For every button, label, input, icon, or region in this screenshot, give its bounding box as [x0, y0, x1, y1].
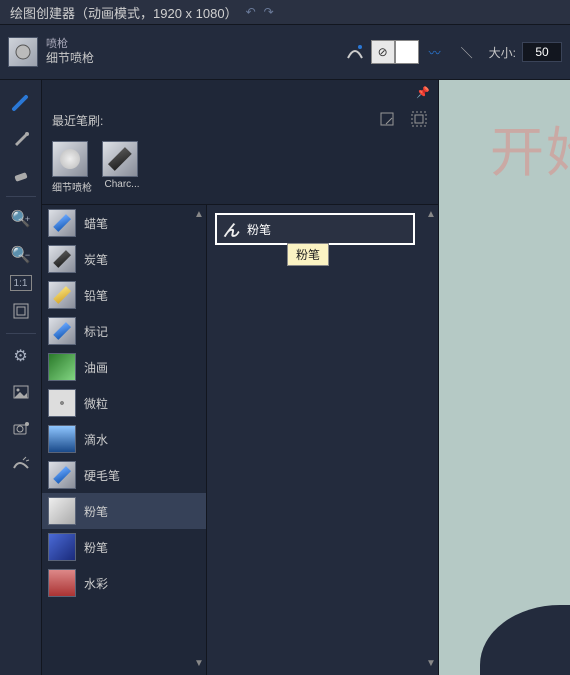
brush-tool-icon[interactable] — [5, 86, 37, 118]
brush-grid-icon[interactable] — [410, 110, 428, 131]
pin-icon[interactable]: 📌 — [416, 86, 430, 99]
size-input[interactable] — [522, 42, 562, 62]
brush-thumb-icon — [48, 317, 76, 345]
brush-category-item[interactable]: 水彩 — [42, 565, 206, 601]
undo-icon[interactable]: ↶ — [246, 5, 256, 19]
effects-icon[interactable] — [5, 448, 37, 480]
brush-category-list: 蜡笔炭笔铅笔标记油画微粒滴水硬毛笔粉笔粉笔水彩 ▲ ▼ — [42, 205, 207, 675]
zoom-out-icon[interactable]: 🔍− — [5, 239, 37, 271]
brush-thumb-icon — [48, 209, 76, 237]
scrollbar[interactable]: ▲ ▼ — [426, 209, 436, 671]
left-toolbar: 🔍+ 🔍− 1:1 ⚙ — [0, 80, 42, 675]
brush-category-item[interactable]: 粉笔 — [42, 493, 206, 529]
brush-category-item[interactable]: 标记 — [42, 313, 206, 349]
camera-icon[interactable] — [5, 412, 37, 444]
brush-thumb-icon — [48, 461, 76, 489]
page-curl-icon — [480, 605, 570, 675]
top-toolbar: 喷枪 细节喷枪 ⊘ 〰 ＼ 大小: — [0, 24, 570, 80]
canvas[interactable]: 开始 — [439, 80, 570, 675]
brush-thumb-icon — [48, 569, 76, 597]
settings-icon[interactable]: ⚙ — [5, 340, 37, 372]
brush-category-item[interactable]: 滴水 — [42, 421, 206, 457]
scrollbar[interactable]: ▲ ▼ — [194, 209, 204, 671]
brush-category-item[interactable]: 炭笔 — [42, 241, 206, 277]
brush-thumb-icon — [48, 281, 76, 309]
eraser-tool-icon[interactable] — [5, 158, 37, 190]
zoom-in-icon[interactable]: 🔍+ — [5, 203, 37, 235]
brush-category-item[interactable]: 铅笔 — [42, 277, 206, 313]
stroke-glyph-icon: ん — [223, 217, 239, 241]
redo-icon[interactable]: ↷ — [264, 5, 274, 19]
brush-preview-item[interactable]: ん 粉笔 粉笔 — [215, 213, 415, 245]
canvas-watermark: 开始 — [490, 108, 570, 187]
no-texture-icon[interactable]: ⊘ — [371, 40, 395, 64]
recent-brush-item[interactable]: Charc... — [102, 141, 142, 194]
brush-category-item[interactable]: 油画 — [42, 349, 206, 385]
brush-thumb-icon — [48, 353, 76, 381]
title-bar: 绘图创建器（动画模式，1920 x 1080） ↶ ↷ — [0, 0, 570, 24]
recent-brush-item[interactable]: 细节喷枪 — [52, 141, 92, 194]
brush-preset-icon[interactable] — [342, 39, 368, 65]
brush-category-item[interactable]: 微粒 — [42, 385, 206, 421]
brush-thumb-icon — [48, 497, 76, 525]
brush-thumb-icon — [48, 533, 76, 561]
brush-category-item[interactable]: 蜡笔 — [42, 205, 206, 241]
active-tool-icon[interactable] — [8, 37, 38, 67]
eyedropper-tool-icon[interactable] — [5, 122, 37, 154]
color-swatch[interactable] — [395, 40, 419, 64]
actual-size-icon[interactable]: 1:1 — [10, 275, 32, 291]
recent-brushes-label: 最近笔刷: — [52, 112, 103, 129]
image-icon[interactable] — [5, 376, 37, 408]
brush-preview-area: ん 粉笔 粉笔 ▲ ▼ — [207, 205, 438, 675]
active-tool-label: 喷枪 细节喷枪 — [46, 37, 94, 67]
size-label: 大小: — [489, 44, 516, 61]
tooltip: 粉笔 — [287, 243, 329, 266]
brush-category-item[interactable]: 粉笔 — [42, 529, 206, 565]
window-title: 绘图创建器（动画模式，1920 x 1080） — [10, 3, 238, 22]
brush-category-item[interactable]: 硬毛笔 — [42, 457, 206, 493]
brush-panel: 📌 最近笔刷: 细节喷枪Charc... 蜡笔炭笔铅笔标记油画微粒滴水硬毛笔粉笔… — [42, 80, 439, 675]
brush-thumb-icon — [48, 245, 76, 273]
edit-brush-icon[interactable] — [378, 110, 396, 131]
fit-screen-icon[interactable] — [5, 295, 37, 327]
brush-thumb-icon — [48, 425, 76, 453]
stabilizer-icon[interactable]: 〰 — [422, 39, 448, 65]
brush-thumb-icon — [48, 389, 76, 417]
line-icon[interactable]: ＼ — [454, 39, 480, 65]
